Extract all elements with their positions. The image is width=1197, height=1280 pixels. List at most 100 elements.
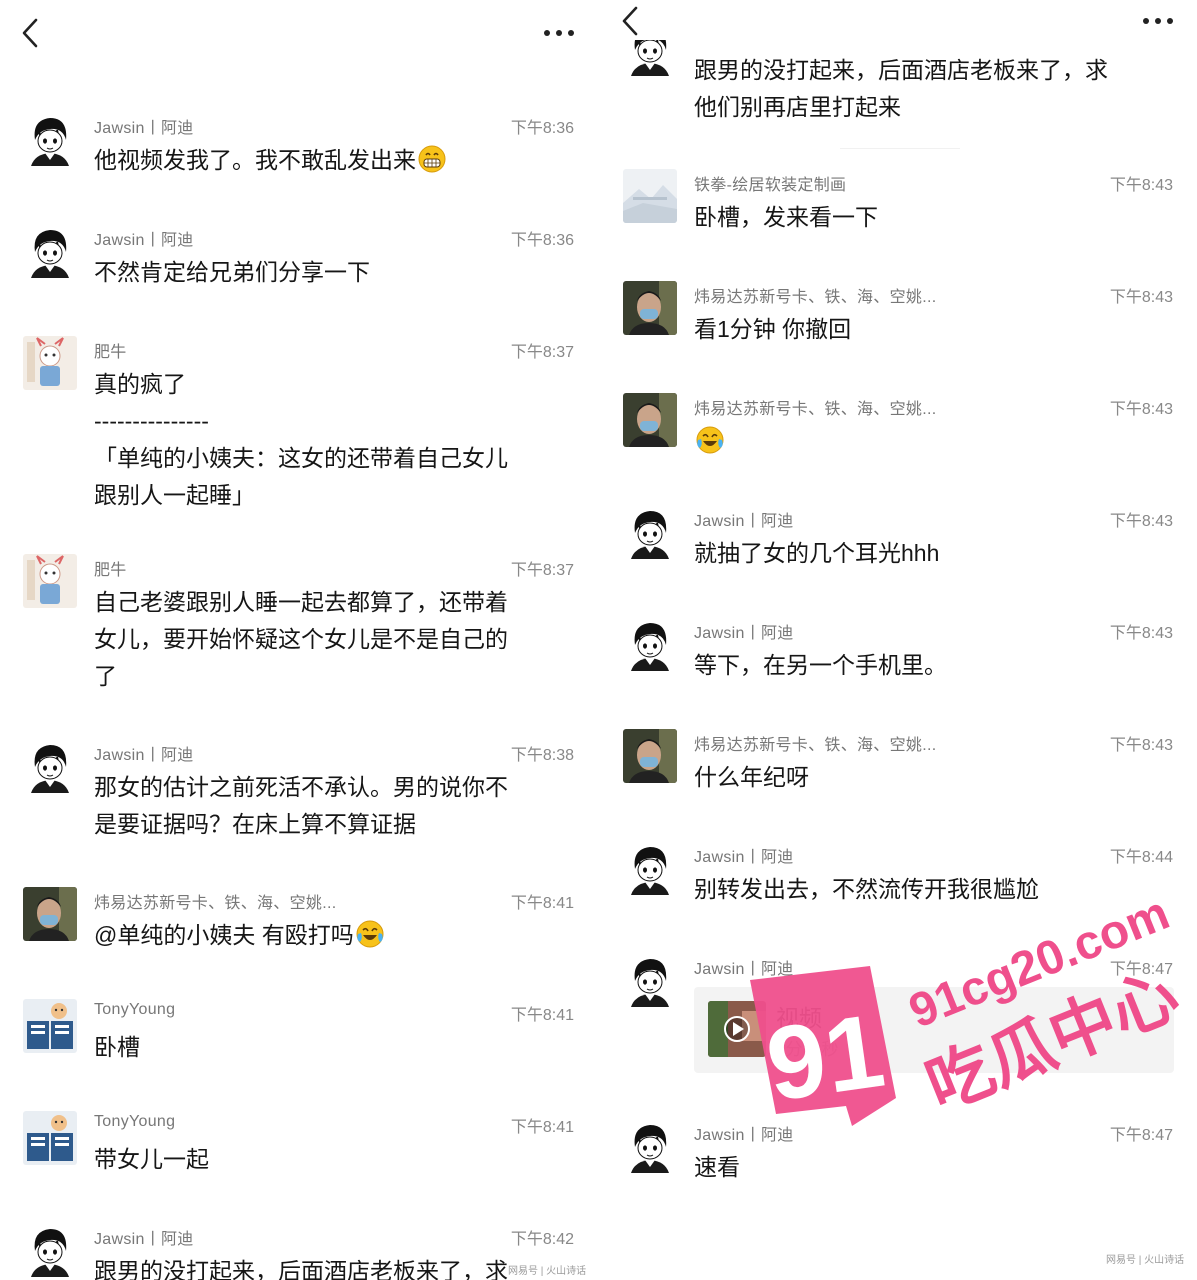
divider xyxy=(840,148,960,149)
anime-boy-avatar[interactable] xyxy=(623,1119,677,1173)
back-button[interactable] xyxy=(618,4,648,38)
message-time: 下午8:41 xyxy=(510,1119,574,1136)
message-text: 看1分钟 你撤回 xyxy=(694,311,1157,348)
back-button[interactable] xyxy=(18,16,48,50)
message-line: 别转发出去，不然流传开我很尴尬 xyxy=(694,876,1039,902)
sender-name: Jawsin丨阿迪 xyxy=(694,961,794,978)
sender-name: Jawsin丨阿迪 xyxy=(94,1231,194,1248)
message-time: 下午8:43 xyxy=(1109,401,1173,418)
right-chat-screenshot: 跟男的没打起来，后面酒店老板来了，求 他们别再店里打起来 铁拳-绘居软装定制画下午… xyxy=(600,0,1197,1280)
book-avatar[interactable] xyxy=(23,999,77,1053)
message-line: 卧槽 xyxy=(94,1034,140,1060)
sender-name: TonyYoung xyxy=(94,1113,176,1130)
message-line: 卧槽，发来看一下 xyxy=(694,204,878,230)
message-time: 下午8:43 xyxy=(1109,513,1173,530)
message-time: 下午8:36 xyxy=(510,120,574,137)
photo-avatar[interactable] xyxy=(623,281,677,335)
message-line: 等下，在另一个手机里。 xyxy=(694,652,947,678)
message-line: 不然肯定给兄弟们分享一下 xyxy=(94,259,370,285)
sender-name: 炜易达苏新号卡、铁、海、空姚... xyxy=(694,401,937,418)
message-text: 跟男的没打起来，后面酒店老板来了，求 xyxy=(94,1253,558,1280)
message-text: 带女儿一起 xyxy=(94,1141,558,1178)
message-line: 跟男的没打起来，后面酒店老板来了，求 xyxy=(94,1258,508,1280)
message-line: 跟男的没打起来，后面酒店老板来了，求 xyxy=(694,57,1108,83)
source-watermark: 网易号 | 火山诗话 xyxy=(508,1266,587,1277)
message-line: 就抽了女的几个耳光hhh xyxy=(694,540,940,566)
message-text: 就抽了女的几个耳光hhh xyxy=(694,535,1157,572)
sender-name: Jawsin丨阿迪 xyxy=(694,625,794,642)
message-line: 了 xyxy=(94,663,117,689)
anime-boy-avatar[interactable] xyxy=(623,617,677,671)
left-chat-screenshot: Jawsin丨阿迪 下午8:36 他视频发我了。我不敢乱发出来 Jawsin丨阿迪 下午… xyxy=(0,0,598,1280)
sender-name: Jawsin丨阿迪 xyxy=(694,513,794,530)
message-time: 下午8:43 xyxy=(1109,289,1173,306)
message-time: 下午8:44 xyxy=(1109,849,1173,866)
video-message-card[interactable]: 视频 4分12秒 xyxy=(694,987,1174,1073)
message-text: 不然肯定给兄弟们分享一下 xyxy=(94,254,558,291)
message-time: 下午8:47 xyxy=(1109,1127,1173,1144)
anime-boy-avatar[interactable] xyxy=(623,953,677,1007)
message-line: 那女的估计之前死活不承认。男的说你不 xyxy=(94,774,508,800)
sender-name: 铁拳-绘居软装定制画 xyxy=(694,177,847,194)
chevron-left-icon xyxy=(622,6,638,36)
video-thumbnail xyxy=(708,1001,766,1057)
message-text: 自己老婆跟别人睡一起去都算了，还带着 女儿，要开始怀疑这个女儿是不是自己的了 xyxy=(94,584,558,695)
sender-name: Jawsin丨阿迪 xyxy=(694,849,794,866)
message-text: 那女的估计之前死活不承认。男的说你不 是要证据吗？在床上算不算证据 xyxy=(94,769,558,843)
message-time: 下午8:43 xyxy=(1109,177,1173,194)
sender-name: Jawsin丨阿迪 xyxy=(694,1127,794,1144)
drawing-avatar[interactable] xyxy=(23,336,77,390)
message-text: 什么年纪呀 xyxy=(694,759,1157,796)
landscape-avatar[interactable] xyxy=(623,169,677,223)
more-dots-icon xyxy=(544,30,574,36)
message-text: 速看 xyxy=(694,1149,1157,1186)
sender-name: 炜易达苏新号卡、铁、海、空姚... xyxy=(694,289,937,306)
anime-boy-avatar[interactable] xyxy=(23,739,77,793)
sender-name: Jawsin丨阿迪 xyxy=(94,232,194,249)
message-text: @单纯的小姨夫 有殴打吗 xyxy=(94,917,558,954)
photo-avatar[interactable] xyxy=(623,393,677,447)
message-text: 他视频发我了。我不敢乱发出来 xyxy=(94,142,558,179)
message-time: 下午8:36 xyxy=(510,232,574,249)
message-time: 下午8:41 xyxy=(510,895,574,912)
more-options-button[interactable] xyxy=(1141,14,1175,26)
anime-boy-avatar[interactable] xyxy=(623,505,677,559)
anime-boy-avatar[interactable] xyxy=(23,112,77,166)
anime-boy-avatar[interactable] xyxy=(623,841,677,895)
source-watermark: 网易号 | 火山诗话 xyxy=(1106,1255,1185,1266)
sender-name: 炜易达苏新号卡、铁、海、空姚... xyxy=(694,737,937,754)
more-dots-icon xyxy=(1143,18,1173,24)
message-line: 是要证据吗？在床上算不算证据 xyxy=(94,811,416,837)
book-avatar[interactable] xyxy=(23,1111,77,1165)
message-time: 下午8:43 xyxy=(1109,625,1173,642)
message-line: 自己老婆跟别人睡一起去都算了，还带着 xyxy=(94,589,508,615)
message-line: @单纯的小姨夫 有殴打吗 xyxy=(94,917,558,954)
message-text xyxy=(694,423,1157,460)
message-time: 下午8:47 xyxy=(1109,961,1173,978)
message-text: 别转发出去，不然流传开我很尴尬 xyxy=(694,871,1157,908)
photo-avatar[interactable] xyxy=(623,729,677,783)
anime-boy-avatar[interactable] xyxy=(23,224,77,278)
sender-name: Jawsin丨阿迪 xyxy=(94,747,194,764)
message-continuation: 跟男的没打起来，后面酒店老板来了，求 他们别再店里打起来 xyxy=(694,52,1157,126)
anime-boy-avatar[interactable] xyxy=(23,1223,77,1277)
message-line: 「单纯的小姨夫：这女的还带着自己女儿 xyxy=(94,445,508,471)
message-line: 看1分钟 你撤回 xyxy=(694,316,852,342)
drawing-avatar[interactable] xyxy=(23,554,77,608)
video-duration: 4分12秒 xyxy=(776,1040,839,1059)
message-time: 下午8:43 xyxy=(1109,737,1173,754)
laugh-cry-emoji-icon xyxy=(356,920,384,948)
photo-avatar[interactable] xyxy=(23,887,77,941)
laugh-cry-emoji-icon xyxy=(696,426,724,454)
sender-name: TonyYoung xyxy=(94,1001,176,1018)
message-time: 下午8:42 xyxy=(510,1231,574,1248)
message-line: 女儿，要开始怀疑这个女儿是不是自己的 xyxy=(94,626,508,652)
sender-name: 肥牛 xyxy=(94,562,127,579)
message-time: 下午8:37 xyxy=(510,562,574,579)
avatar xyxy=(623,40,677,76)
more-options-button[interactable] xyxy=(542,26,576,38)
message-line: 什么年纪呀 xyxy=(694,764,809,790)
top-bar xyxy=(0,0,598,62)
sender-name: 炜易达苏新号卡、铁、海、空姚... xyxy=(94,895,337,912)
video-title: 视频 xyxy=(776,1005,822,1031)
